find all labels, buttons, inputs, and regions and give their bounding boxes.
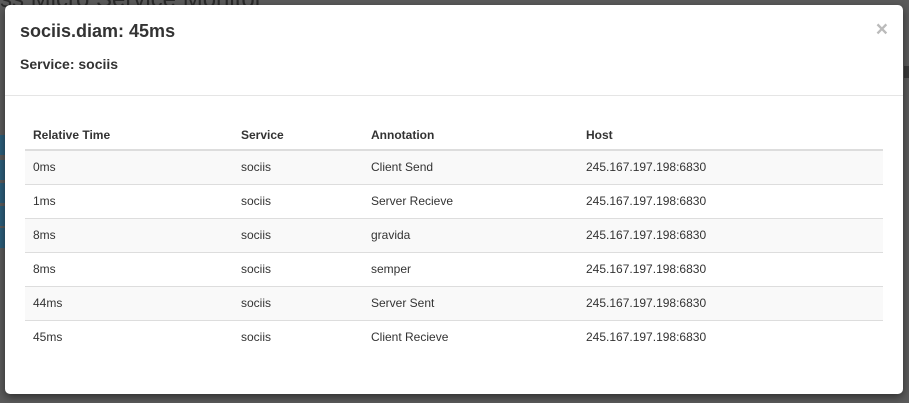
service-cell: sociis bbox=[233, 285, 363, 320]
table-header-row: Relative Time Service Annotation Host bbox=[25, 120, 883, 151]
annotation-cell: Client Recieve bbox=[363, 319, 578, 354]
host-cell: 245.167.197.198:6830 bbox=[578, 217, 883, 252]
service-cell: sociis bbox=[233, 217, 363, 252]
table-row: 8ms sociis gravida 245.167.197.198:6830 bbox=[25, 217, 883, 252]
column-header-relative-time: Relative Time bbox=[25, 120, 233, 151]
table-row: 8ms sociis semper 245.167.197.198:6830 bbox=[25, 251, 883, 286]
relative-time-cell: 8ms bbox=[25, 217, 233, 252]
annotation-cell: gravida bbox=[363, 217, 578, 252]
annotation-cell: Server Sent bbox=[363, 285, 578, 320]
relative-time-cell: 1ms bbox=[25, 183, 233, 218]
modal-header: sociis.diam: 45ms Service: sociis × bbox=[5, 5, 903, 96]
annotation-cell: semper bbox=[363, 251, 578, 286]
host-cell: 245.167.197.198:6830 bbox=[578, 319, 883, 354]
column-header-service: Service bbox=[233, 120, 363, 151]
modal-body: Relative Time Service Annotation Host 0m… bbox=[25, 120, 883, 354]
trace-detail-modal: sociis.diam: 45ms Service: sociis × Rela… bbox=[5, 5, 903, 394]
service-cell: sociis bbox=[233, 251, 363, 286]
service-cell: sociis bbox=[233, 150, 363, 184]
service-cell: sociis bbox=[233, 319, 363, 354]
relative-time-cell: 45ms bbox=[25, 319, 233, 354]
host-cell: 245.167.197.198:6830 bbox=[578, 251, 883, 286]
close-icon[interactable]: × bbox=[876, 19, 888, 40]
column-header-host: Host bbox=[578, 120, 883, 151]
table-row: 0ms sociis Client Send 245.167.197.198:6… bbox=[25, 150, 883, 184]
background-right-edge bbox=[904, 66, 909, 78]
host-cell: 245.167.197.198:6830 bbox=[578, 285, 883, 320]
annotations-table: Relative Time Service Annotation Host 0m… bbox=[25, 120, 883, 354]
host-cell: 245.167.197.198:6830 bbox=[578, 183, 883, 218]
modal-title: sociis.diam: 45ms bbox=[20, 21, 176, 41]
annotation-cell: Server Recieve bbox=[363, 183, 578, 218]
modal-subtitle: Service: sociis bbox=[20, 56, 119, 72]
host-cell: 245.167.197.198:6830 bbox=[578, 150, 883, 184]
relative-time-cell: 44ms bbox=[25, 285, 233, 320]
annotation-cell: Client Send bbox=[363, 150, 578, 184]
table-row: 45ms sociis Client Recieve 245.167.197.1… bbox=[25, 319, 883, 354]
relative-time-cell: 8ms bbox=[25, 251, 233, 286]
relative-time-cell: 0ms bbox=[25, 150, 233, 184]
column-header-annotation: Annotation bbox=[363, 120, 578, 151]
table-row: 44ms sociis Server Sent 245.167.197.198:… bbox=[25, 285, 883, 320]
table-row: 1ms sociis Server Recieve 245.167.197.19… bbox=[25, 183, 883, 218]
service-cell: sociis bbox=[233, 183, 363, 218]
